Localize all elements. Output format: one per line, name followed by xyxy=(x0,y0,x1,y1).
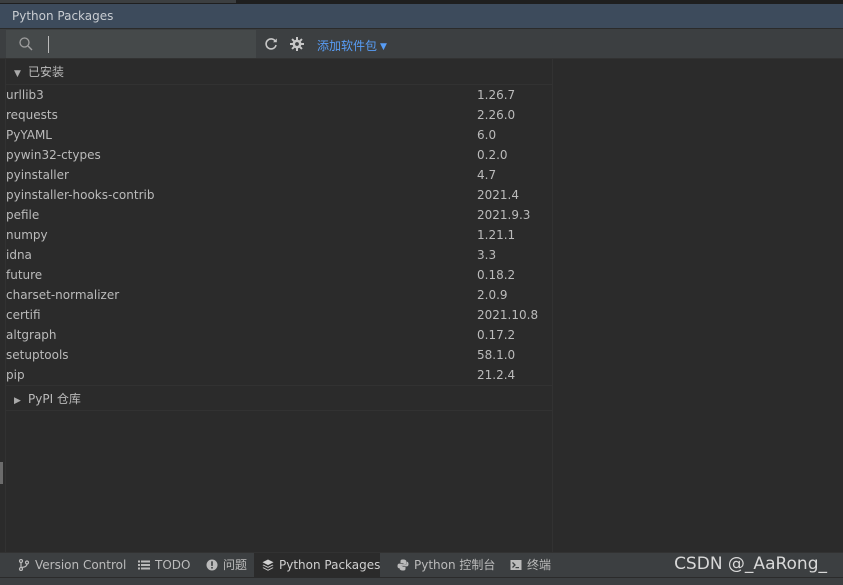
installed-group-header[interactable]: ▼ 已安装 xyxy=(6,59,552,85)
list-icon xyxy=(138,560,150,570)
gear-icon[interactable] xyxy=(289,36,305,52)
package-name: numpy xyxy=(6,228,48,242)
package-row[interactable]: altgraph 0.17.2 xyxy=(6,325,552,345)
tool-window-title-bar: Python Packages xyxy=(0,4,843,29)
package-version: 2.0.9 xyxy=(477,288,508,302)
package-list-panel: ▼ 已安装 urllib3 1.26.7 requests 2.26.0 PyYAML 6.… xyxy=(6,59,553,552)
package-row[interactable]: future 0.18.2 xyxy=(6,265,552,285)
package-name: pyinstaller-hooks-contrib xyxy=(6,188,155,202)
search-box[interactable] xyxy=(6,30,256,58)
package-version: 2021.4 xyxy=(477,188,519,202)
package-version: 1.21.1 xyxy=(477,228,516,242)
refresh-icon[interactable] xyxy=(263,36,279,52)
package-version: 0.2.0 xyxy=(477,148,508,162)
tool-window-bar: Version Control TODO 问题 Python Packages … xyxy=(0,552,843,577)
package-row[interactable]: numpy 1.21.1 xyxy=(6,225,552,245)
pypi-group-label: PyPI 仓库 xyxy=(28,392,81,406)
packages-toolbar: 添加软件包 ▼ xyxy=(0,29,843,59)
expanded-triangle-icon: ▼ xyxy=(14,69,21,79)
layers-icon xyxy=(262,559,274,571)
package-version: 2021.9.3 xyxy=(477,208,531,222)
package-name: urllib3 xyxy=(6,88,44,102)
package-version: 0.17.2 xyxy=(477,328,516,342)
package-name: idna xyxy=(6,248,32,262)
installed-group-label: 已安装 xyxy=(28,65,65,79)
version-control-tab[interactable]: Version Control xyxy=(10,553,134,577)
text-caret xyxy=(48,36,49,53)
editor-tab-strip xyxy=(0,0,236,3)
package-row[interactable]: certifi 2021.10.8 xyxy=(6,305,552,325)
search-icon xyxy=(19,37,33,51)
todo-label: TODO xyxy=(155,558,191,572)
todo-tab[interactable]: TODO xyxy=(130,553,198,577)
package-version: 58.1.0 xyxy=(477,348,516,362)
package-row[interactable]: requests 2.26.0 xyxy=(6,105,552,125)
package-row[interactable]: pip 21.2.4 xyxy=(6,365,552,385)
status-bar xyxy=(0,577,843,585)
problems-label: 问题 xyxy=(223,558,248,572)
package-version: 4.7 xyxy=(477,168,497,182)
package-name: pip xyxy=(6,368,25,382)
package-name: altgraph xyxy=(6,328,57,342)
package-detail-panel xyxy=(554,59,843,552)
version-control-label: Version Control xyxy=(35,558,127,572)
python-packages-tab[interactable]: Python Packages xyxy=(254,553,380,577)
terminal-tab[interactable]: 终端 xyxy=(502,553,559,577)
package-name: requests xyxy=(6,108,58,122)
package-name: PyYAML xyxy=(6,128,52,142)
package-version: 2.26.0 xyxy=(477,108,516,122)
info-icon xyxy=(206,559,218,571)
package-version: 0.18.2 xyxy=(477,268,516,282)
package-name: future xyxy=(6,268,43,282)
problems-tab[interactable]: 问题 xyxy=(198,553,255,577)
tool-window-title: Python Packages xyxy=(12,9,114,23)
package-version: 2021.10.8 xyxy=(477,308,539,322)
python-icon xyxy=(397,559,409,571)
pypi-group-header[interactable]: ▶ PyPI 仓库 xyxy=(6,385,552,411)
package-name: certifi xyxy=(6,308,41,322)
package-version: 6.0 xyxy=(477,128,497,142)
package-name: pywin32-ctypes xyxy=(6,148,101,162)
package-version: 21.2.4 xyxy=(477,368,516,382)
gutter-marker xyxy=(0,462,3,484)
collapsed-triangle-icon: ▶ xyxy=(14,396,21,406)
package-row[interactable]: urllib3 1.26.7 xyxy=(6,85,552,105)
package-version: 3.3 xyxy=(477,248,497,262)
package-name: pefile xyxy=(6,208,40,222)
add-package-label: 添加软件包 xyxy=(317,39,378,53)
package-row[interactable]: charset-normalizer 2.0.9 xyxy=(6,285,552,305)
terminal-label: 终端 xyxy=(527,558,552,572)
installed-package-list: urllib3 1.26.7 requests 2.26.0 PyYAML 6.0 pywi… xyxy=(6,85,552,385)
package-row[interactable]: PyYAML 6.0 xyxy=(6,125,552,145)
package-row[interactable]: idna 3.3 xyxy=(6,245,552,265)
package-name: pyinstaller xyxy=(6,168,69,182)
package-row[interactable]: pyinstaller 4.7 xyxy=(6,165,552,185)
package-row[interactable]: setuptools 58.1.0 xyxy=(6,345,552,365)
package-row[interactable]: pyinstaller-hooks-contrib 2021.4 xyxy=(6,185,552,205)
python-console-tab[interactable]: Python 控制台 xyxy=(389,553,503,577)
branch-icon xyxy=(18,559,30,571)
package-row[interactable]: pywin32-ctypes 0.2.0 xyxy=(6,145,552,165)
package-version: 1.26.7 xyxy=(477,88,516,102)
search-input[interactable] xyxy=(42,34,252,54)
package-name: setuptools xyxy=(6,348,69,362)
python-console-label: Python 控制台 xyxy=(414,558,496,572)
package-row[interactable]: pefile 2021.9.3 xyxy=(6,205,552,225)
add-package-dropdown[interactable]: 添加软件包 ▼ xyxy=(317,37,387,54)
chevron-down-icon: ▼ xyxy=(380,42,387,52)
terminal-icon xyxy=(510,560,522,570)
package-name: charset-normalizer xyxy=(6,288,120,302)
watermark: CSDN @_AaRong_ xyxy=(674,554,827,574)
python-packages-label: Python Packages xyxy=(279,558,381,572)
